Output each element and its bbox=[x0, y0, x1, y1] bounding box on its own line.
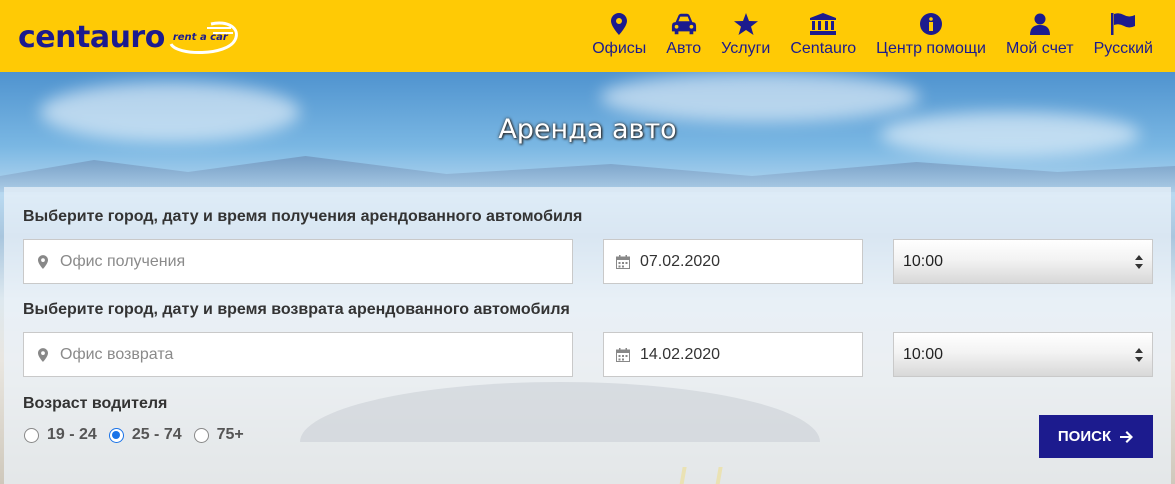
return-office-placeholder: Офис возврата bbox=[60, 345, 174, 363]
nav-label-language: Русский bbox=[1093, 40, 1153, 57]
nav-item-cars[interactable]: Авто bbox=[656, 0, 711, 72]
site-header: centauro rent a car Офисы Авто Услуги Ce… bbox=[0, 0, 1175, 72]
return-time-select[interactable]: 10:00 bbox=[893, 332, 1153, 377]
nav-item-offices[interactable]: Офисы bbox=[582, 0, 656, 72]
return-office-field[interactable]: Офис возврата bbox=[23, 332, 573, 377]
pickup-time-value: 10:00 bbox=[903, 252, 944, 270]
return-time-value: 10:00 bbox=[903, 345, 944, 363]
pickup-section-label: Выберите город, дату и время получения а… bbox=[23, 208, 583, 225]
nav-item-centauro[interactable]: Centauro bbox=[780, 0, 866, 72]
nav-label-account: Мой счет bbox=[1005, 40, 1074, 57]
arrow-right-icon bbox=[1120, 430, 1134, 444]
nav-label-centauro: Centauro bbox=[790, 40, 857, 57]
age-option-19-24[interactable]: 19 - 24 bbox=[24, 426, 97, 444]
info-circle-icon bbox=[918, 11, 944, 37]
nav-item-services[interactable]: Услуги bbox=[711, 0, 780, 72]
driver-age-label: Возраст водителя bbox=[23, 395, 168, 412]
select-arrows-icon bbox=[1135, 346, 1143, 364]
flag-icon bbox=[1110, 11, 1136, 37]
brand-name: centauro bbox=[18, 20, 165, 55]
map-marker-icon bbox=[606, 11, 632, 37]
nav-label-offices: Офисы bbox=[592, 40, 647, 57]
nav-label-services: Услуги bbox=[721, 40, 771, 57]
return-date-value: 14.02.2020 bbox=[640, 345, 721, 363]
pickup-date-field[interactable]: 07.02.2020 bbox=[603, 239, 863, 284]
user-icon bbox=[1027, 11, 1053, 37]
centauro-logo[interactable]: centauro rent a car bbox=[18, 16, 245, 60]
return-date-field[interactable]: 14.02.2020 bbox=[603, 332, 863, 377]
star-icon bbox=[733, 11, 759, 37]
nav-label-help-center: Центр помощи bbox=[876, 40, 986, 57]
age-option-75-plus[interactable]: 75+ bbox=[193, 426, 244, 444]
return-section-label: Выберите город, дату и время возврата ар… bbox=[23, 301, 570, 318]
calendar-icon bbox=[616, 347, 630, 362]
nav-item-account[interactable]: Мой счет bbox=[996, 0, 1084, 72]
calendar-icon bbox=[616, 254, 630, 269]
brand-tagline: rent a car bbox=[172, 32, 228, 43]
driver-age-options: 19 - 24 25 - 74 75+ bbox=[24, 426, 256, 444]
radio-button[interactable] bbox=[24, 427, 39, 443]
radio-button[interactable] bbox=[193, 427, 209, 443]
age-option-label: 75+ bbox=[216, 426, 244, 443]
search-button[interactable]: ПОИСК bbox=[1039, 415, 1153, 458]
pickup-office-field[interactable]: Офис получения bbox=[23, 239, 573, 284]
mountains-decoration bbox=[0, 156, 1175, 192]
nav-label-cars: Авто bbox=[666, 40, 702, 57]
logo-swoosh: rent a car bbox=[167, 18, 245, 58]
radio-button-selected[interactable] bbox=[108, 427, 124, 443]
hero-background: Аренда авто Выберите город, дату и время… bbox=[0, 72, 1175, 484]
pickup-office-placeholder: Офис получения bbox=[60, 252, 186, 270]
select-arrows-icon bbox=[1135, 253, 1143, 271]
age-option-label: 19 - 24 bbox=[47, 426, 97, 443]
main-nav: Офисы Авто Услуги Centauro Центр помощи bbox=[582, 0, 1163, 72]
map-marker-icon bbox=[36, 254, 50, 269]
nav-item-help-center[interactable]: Центр помощи bbox=[866, 0, 996, 72]
nav-item-language[interactable]: Русский bbox=[1084, 0, 1163, 72]
pickup-time-select[interactable]: 10:00 bbox=[893, 239, 1153, 284]
page-title: Аренда авто bbox=[498, 114, 677, 145]
search-button-label: ПОИСК bbox=[1057, 428, 1112, 445]
map-marker-icon bbox=[36, 347, 50, 362]
pickup-date-value: 07.02.2020 bbox=[640, 252, 721, 270]
bank-icon bbox=[810, 11, 837, 37]
age-option-label: 25 - 74 bbox=[131, 426, 182, 443]
car-icon bbox=[671, 11, 697, 37]
age-option-25-74[interactable]: 25 - 74 bbox=[108, 426, 182, 444]
